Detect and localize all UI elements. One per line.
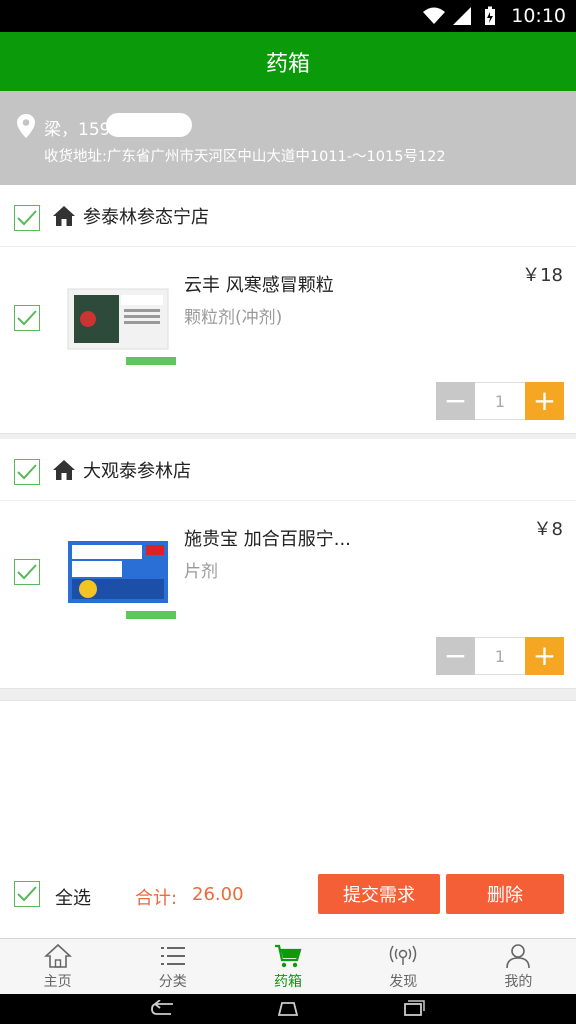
checkmark-icon <box>17 886 37 902</box>
increase-button[interactable]: + <box>525 637 564 675</box>
decrease-button[interactable]: − <box>436 382 475 420</box>
quantity-stepper: − 1 + <box>436 637 564 675</box>
title-bar: 药箱 <box>0 32 576 91</box>
bottom-tab-bar: 主页 分类 药箱 发现 我的 <box>0 938 576 994</box>
home-icon <box>53 206 75 226</box>
wifi-icon <box>423 6 446 26</box>
cart-item: 云丰 风寒感冒颗粒 颗粒剂(冲剂) ￥18 − 1 + <box>0 247 576 433</box>
store-header: 参泰林参态宁店 <box>0 185 576 247</box>
recent-apps-icon[interactable] <box>399 1000 427 1018</box>
store-name[interactable]: 参泰林参态宁店 <box>83 203 209 229</box>
signal-icon <box>451 6 473 26</box>
quantity-stepper: − 1 + <box>436 382 564 420</box>
home-nav-icon[interactable] <box>274 1000 302 1018</box>
product-name[interactable]: 云丰 风寒感冒颗粒 <box>184 271 334 297</box>
checkmark-icon <box>17 210 37 226</box>
tab-home[interactable]: 主页 <box>0 939 115 994</box>
tab-category[interactable]: 分类 <box>115 939 230 994</box>
total-amount: 26.00 <box>192 884 244 905</box>
checkout-bar: 全选 合计: 26.00 提交需求 删除 <box>0 860 576 930</box>
quantity-field[interactable]: 1 <box>475 637 525 675</box>
list-icon <box>160 946 185 965</box>
checkmark-icon <box>17 564 37 580</box>
product-name[interactable]: 施贵宝 加合百服宁... <box>184 525 351 551</box>
battery-icon <box>479 6 501 26</box>
product-image[interactable] <box>66 281 176 371</box>
store-name[interactable]: 大观泰参林店 <box>83 457 191 483</box>
user-icon <box>506 943 531 968</box>
tab-label: 主页 <box>43 973 72 990</box>
tab-discover[interactable]: 发现 <box>346 939 461 994</box>
quantity-field[interactable]: 1 <box>475 382 525 420</box>
tab-label: 药箱 <box>274 973 302 990</box>
store-card: 参泰林参态宁店 云丰 风寒感冒颗粒 颗粒剂(冲剂) ￥18 − 1 + <box>0 185 576 433</box>
total-label: 合计: <box>135 888 178 909</box>
tab-profile[interactable]: 我的 <box>461 939 576 994</box>
cart-item: 施贵宝 加合百服宁... 片剂 ￥8 − 1 + <box>0 501 576 687</box>
home-outline-icon <box>43 943 72 968</box>
select-all-checkbox[interactable] <box>14 881 40 907</box>
store-card: 大观泰参林店 施贵宝 加合百服宁... 片剂 ￥8 − 1 + <box>0 439 576 687</box>
clock: 10:10 <box>511 5 566 27</box>
phone-redaction <box>106 113 192 137</box>
submit-request-button[interactable]: 提交需求 <box>318 874 440 914</box>
store-header: 大观泰参林店 <box>0 439 576 501</box>
tab-label: 发现 <box>389 973 418 990</box>
product-form: 片剂 <box>184 562 218 582</box>
product-price: ￥8 <box>533 519 563 540</box>
checkmark-icon <box>17 464 37 480</box>
back-icon[interactable] <box>149 1000 177 1018</box>
select-all-label[interactable]: 全选 <box>55 884 91 910</box>
checkmark-icon <box>17 310 37 326</box>
address-detail: 收货地址:广东省广州市天河区中山大道中1011-～1015号122 <box>44 149 446 165</box>
tab-label: 我的 <box>504 973 533 990</box>
store-checkbox[interactable] <box>14 205 40 231</box>
item-checkbox[interactable] <box>14 559 40 585</box>
delivery-address[interactable]: 梁，159 收货地址:广东省广州市天河区中山大道中1011-～1015号122 <box>0 91 576 185</box>
tab-medicine-box[interactable]: 药箱 <box>230 939 345 994</box>
product-price: ￥18 <box>522 265 563 286</box>
status-bar: 10:10 <box>0 0 576 32</box>
home-icon <box>53 460 75 480</box>
product-form: 颗粒剂(冲剂) <box>184 308 283 328</box>
increase-button[interactable]: + <box>525 382 564 420</box>
product-image[interactable] <box>66 535 176 625</box>
system-nav-bar <box>0 994 576 1024</box>
radar-icon <box>389 945 417 965</box>
delete-button[interactable]: 删除 <box>446 874 564 914</box>
store-checkbox[interactable] <box>14 459 40 485</box>
section-divider <box>0 688 576 701</box>
decrease-button[interactable]: − <box>436 637 475 675</box>
location-pin-icon <box>17 114 35 138</box>
cart-icon <box>275 944 302 967</box>
page-title: 药箱 <box>265 51 310 77</box>
tab-label: 分类 <box>158 973 187 990</box>
recipient-name-phone: 梁，159 <box>44 120 111 140</box>
item-checkbox[interactable] <box>14 305 40 331</box>
